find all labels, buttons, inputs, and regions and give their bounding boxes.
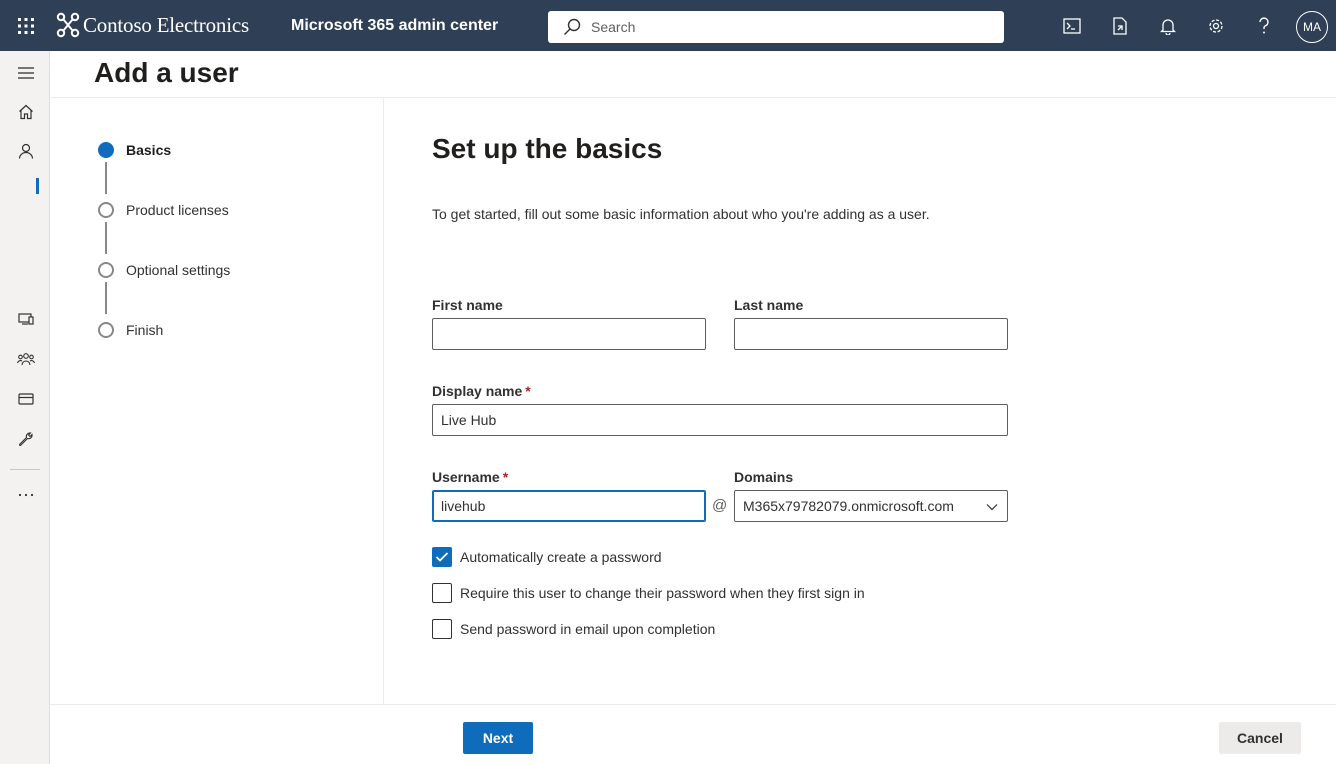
step-pending-indicator [98, 262, 114, 278]
user-icon[interactable] [13, 139, 39, 163]
footer-divider [50, 704, 1336, 705]
require-change-checkbox-row[interactable]: Require this user to change their passwo… [432, 583, 865, 603]
devices-icon[interactable] [13, 307, 39, 331]
domains-dropdown[interactable]: M365x79782079.onmicrosoft.com [734, 490, 1008, 522]
cancel-button[interactable]: Cancel [1219, 722, 1301, 754]
chevron-down-icon [986, 504, 998, 511]
require-change-checkbox[interactable] [432, 583, 452, 603]
required-mark: * [502, 469, 509, 485]
step-connector [105, 282, 107, 314]
username-label-row: Username * [432, 469, 508, 485]
bell-icon[interactable] [1154, 12, 1182, 40]
setup-icon[interactable] [13, 427, 39, 451]
terminal-icon[interactable] [1058, 12, 1086, 40]
step-label: Optional settings [126, 262, 231, 278]
step-pending-indicator [98, 202, 114, 218]
send-email-checkbox[interactable] [432, 619, 452, 639]
checkbox-label: Require this user to change their passwo… [460, 585, 865, 601]
brand-name: Contoso Electronics [83, 12, 249, 37]
checkbox-label: Send password in email upon completion [460, 621, 716, 637]
next-button[interactable]: Next [463, 722, 533, 754]
domains-selected-value: M365x79782079.onmicrosoft.com [743, 498, 954, 514]
section-title: Set up the basics [432, 133, 663, 164]
contoso-logo-icon [56, 12, 80, 38]
step-basics[interactable]: Basics [98, 142, 171, 158]
search-input[interactable] [591, 19, 971, 35]
username-field[interactable] [432, 490, 706, 522]
auto-password-checkbox-row[interactable]: Automatically create a password [432, 547, 662, 567]
display-name-label: Display name [432, 383, 523, 399]
first-name-label: First name [432, 297, 503, 313]
left-nav [0, 51, 50, 764]
brand-logo[interactable]: Contoso Electronics [56, 12, 249, 38]
display-name-field[interactable] [432, 404, 1008, 436]
app-title[interactable]: Microsoft 365 admin center [291, 17, 498, 35]
checkmark-icon [435, 552, 449, 562]
page-title: Add a user [94, 57, 239, 88]
nav-divider [10, 469, 40, 470]
username-label: Username [432, 469, 500, 485]
gear-icon[interactable] [1202, 12, 1230, 40]
step-label: Finish [126, 322, 164, 338]
step-finish[interactable]: Finish [98, 322, 163, 338]
step-connector [105, 222, 107, 254]
at-symbol: @ [712, 497, 728, 514]
home-icon[interactable] [13, 100, 39, 124]
search-box[interactable] [548, 11, 1004, 43]
help-icon[interactable] [1250, 12, 1278, 40]
step-pending-indicator [98, 322, 114, 338]
search-icon [564, 18, 581, 35]
last-name-label: Last name [734, 297, 804, 313]
more-icon[interactable] [13, 483, 39, 507]
top-bar: Contoso Electronics Microsoft 365 admin … [0, 0, 1336, 51]
step-current-indicator [98, 142, 114, 158]
required-mark: * [525, 383, 531, 399]
hamburger-icon[interactable] [13, 61, 39, 85]
last-name-field[interactable] [734, 318, 1008, 350]
avatar[interactable]: MA [1296, 11, 1328, 43]
billing-icon[interactable] [13, 387, 39, 411]
auto-password-checkbox[interactable] [432, 547, 452, 567]
domains-label: Domains [734, 469, 794, 485]
step-label: Basics [126, 142, 172, 158]
checkbox-label: Automatically create a password [460, 549, 662, 565]
wizard-steps: Basics Product licenses Optional setting… [50, 98, 384, 704]
app-launcher-icon[interactable] [10, 11, 42, 41]
step-label: Product licenses [126, 202, 229, 218]
display-name-label-row: Display name * [432, 383, 531, 399]
first-name-field[interactable] [432, 318, 706, 350]
intro-text: To get started, fill out some basic info… [432, 206, 930, 222]
step-optional-settings[interactable]: Optional settings [98, 262, 230, 278]
step-connector [105, 162, 107, 194]
step-product-licenses[interactable]: Product licenses [98, 202, 229, 218]
document-icon[interactable] [1106, 12, 1134, 40]
teams-icon[interactable] [13, 347, 39, 371]
nav-selection-indicator [36, 178, 39, 194]
send-email-checkbox-row[interactable]: Send password in email upon completion [432, 619, 715, 639]
